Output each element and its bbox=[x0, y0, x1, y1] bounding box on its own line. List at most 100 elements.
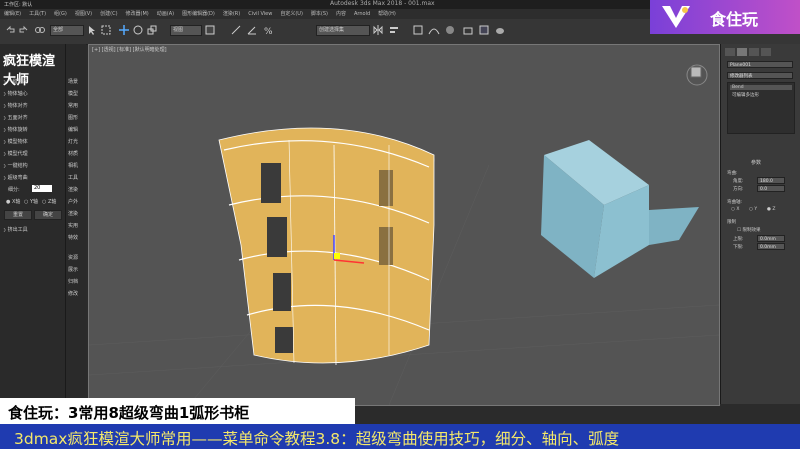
material-editor-icon[interactable] bbox=[444, 24, 456, 36]
plugin-item-extrude[interactable]: 挤出工具 bbox=[3, 226, 28, 233]
tab-utility[interactable]: 实用 bbox=[68, 222, 78, 229]
menu-item-civil-view[interactable]: Civil View bbox=[248, 9, 272, 19]
curve-editor-icon[interactable] bbox=[428, 24, 440, 36]
bend-axis-z[interactable]: ● Z bbox=[767, 207, 775, 212]
limits-label: 限制 bbox=[727, 220, 736, 225]
brand-logo-icon bbox=[662, 6, 690, 28]
tab-display[interactable]: 展示 bbox=[68, 266, 78, 273]
plugin-item-measure[interactable]: 一键量尺 bbox=[3, 78, 28, 85]
mirror-icon[interactable] bbox=[372, 24, 384, 36]
tab-common[interactable]: 常用 bbox=[68, 102, 78, 109]
snap-icon[interactable] bbox=[230, 24, 242, 36]
menu-item-rendering[interactable]: 渲染(R) bbox=[223, 9, 240, 19]
plugin-item-super-bend[interactable]: 超级弯曲 bbox=[3, 174, 28, 181]
angle-snap-icon[interactable] bbox=[246, 24, 258, 36]
reference-coord-dropdown[interactable]: 视图 bbox=[170, 25, 202, 36]
bend-target-box-model[interactable] bbox=[541, 140, 699, 278]
select-region-icon[interactable] bbox=[100, 24, 112, 36]
tab-resource[interactable]: 资源 bbox=[68, 254, 78, 261]
confirm-button[interactable]: 确定 bbox=[34, 210, 62, 220]
axis-radio-x[interactable]: ● X轴 bbox=[6, 198, 20, 205]
plugin-item-align[interactable]: 物体对齐 bbox=[3, 102, 28, 109]
undo-icon[interactable] bbox=[4, 24, 16, 36]
limit-effect-checkbox[interactable]: ☐ 限制效果 bbox=[737, 227, 760, 233]
align-icon[interactable] bbox=[388, 24, 400, 36]
menu-item-animation[interactable]: 动画(A) bbox=[157, 9, 174, 19]
tab-hierarchy[interactable] bbox=[749, 48, 759, 56]
tab-render-2[interactable]: 渲染 bbox=[68, 210, 78, 217]
tab-outdoor[interactable]: 户外 bbox=[68, 198, 78, 205]
view-cube-icon[interactable] bbox=[686, 64, 708, 86]
plugin-item-proxy[interactable]: 模型代理 bbox=[3, 150, 28, 157]
menu-item-create[interactable]: 创建(C) bbox=[100, 9, 117, 19]
render-frame-icon[interactable] bbox=[478, 24, 490, 36]
bend-axis-y[interactable]: ○ Y bbox=[749, 207, 757, 212]
workspace-label[interactable]: 工作区: 默认 bbox=[4, 1, 32, 8]
modifier-list-dropdown[interactable]: 修改器列表 bbox=[727, 72, 793, 79]
menu-item-content[interactable]: 内容 bbox=[336, 9, 346, 19]
pivot-icon[interactable] bbox=[204, 24, 216, 36]
tab-camera[interactable]: 相机 bbox=[68, 162, 78, 169]
curved-bookshelf-model[interactable] bbox=[218, 127, 435, 366]
menu-item-modifiers[interactable]: 修改器(M) bbox=[126, 9, 149, 19]
scale-icon[interactable] bbox=[146, 24, 158, 36]
plugin-item-pivot[interactable]: 物体轴心 bbox=[3, 90, 28, 97]
stack-item-editable-poly[interactable]: 可编辑多边形 bbox=[730, 92, 792, 98]
object-name-field[interactable]: Plane001 bbox=[727, 61, 793, 68]
tab-create[interactable] bbox=[725, 48, 735, 56]
tab-archive[interactable]: 归档 bbox=[68, 278, 78, 285]
menu-item-group[interactable]: 组(G) bbox=[54, 9, 67, 19]
menu-item-arnold[interactable]: Arnold bbox=[354, 9, 370, 19]
tab-material[interactable]: 材质 bbox=[68, 150, 78, 157]
selection-filter-dropdown[interactable]: 全部 bbox=[50, 25, 84, 36]
move-icon[interactable] bbox=[118, 24, 130, 36]
tab-scene[interactable]: 场景 bbox=[68, 78, 78, 85]
menu-item-scripting[interactable]: 脚本(S) bbox=[311, 9, 328, 19]
axis-x-text: X bbox=[736, 207, 740, 212]
perspective-viewport[interactable]: [+] [透视] [标准] [默认明暗处理] bbox=[88, 44, 720, 406]
plugin-item-rotate[interactable]: 物体旋转 bbox=[3, 126, 28, 133]
bend-axis-x[interactable]: ○ X bbox=[731, 207, 739, 212]
render-teapot-icon[interactable] bbox=[494, 24, 506, 36]
menu-item-graph-editors[interactable]: 图形编辑器(D) bbox=[182, 9, 215, 19]
layer-explorer-icon[interactable] bbox=[412, 24, 424, 36]
tab-shape[interactable]: 图形 bbox=[68, 114, 78, 121]
menu-item-help[interactable]: 帮助(H) bbox=[378, 9, 396, 19]
menu-item-edit[interactable]: 编辑(E) bbox=[4, 9, 21, 19]
upper-limit-input[interactable]: 0.0mm bbox=[757, 235, 785, 242]
bend-group-label: 弯曲: bbox=[727, 171, 738, 176]
axis-radio-y[interactable]: ○ Y轴 bbox=[24, 198, 38, 205]
stack-item-bend[interactable]: Bend bbox=[730, 85, 792, 90]
tab-effects[interactable]: 特效 bbox=[68, 234, 78, 241]
plugin-item-structure[interactable]: 一键结构 bbox=[3, 162, 28, 169]
plugin-item-five-align[interactable]: 五面对齐 bbox=[3, 114, 28, 121]
reset-button[interactable]: 重置 bbox=[4, 210, 32, 220]
tab-light[interactable]: 灯光 bbox=[68, 138, 78, 145]
subdiv-input[interactable]: 20 bbox=[32, 185, 52, 192]
tab-edit[interactable]: 编辑 bbox=[68, 126, 78, 133]
redo-icon[interactable] bbox=[18, 24, 30, 36]
tab-modify[interactable]: 修改 bbox=[68, 290, 78, 297]
tab-render[interactable]: 渲染 bbox=[68, 186, 78, 193]
render-setup-icon[interactable] bbox=[462, 24, 474, 36]
link-icon[interactable] bbox=[34, 24, 46, 36]
direction-input[interactable]: 0.0 bbox=[757, 185, 785, 192]
parameters-rollout-title[interactable]: 参数 bbox=[751, 159, 761, 166]
lower-limit-input[interactable]: 0.0mm bbox=[757, 243, 785, 250]
named-selection-dropdown[interactable]: 创建选择集 bbox=[316, 25, 370, 36]
menu-item-view[interactable]: 视图(V) bbox=[75, 9, 92, 19]
percent-snap-icon[interactable]: % bbox=[262, 24, 274, 36]
menu-item-tools[interactable]: 工具(T) bbox=[29, 9, 46, 19]
tab-tools[interactable]: 工具 bbox=[68, 174, 78, 181]
tab-model[interactable]: 模型 bbox=[68, 90, 78, 97]
category-tab-column: 场景 模型 常用 图形 编辑 灯光 材质 相机 工具 渲染 户外 渲染 实用 特… bbox=[66, 44, 86, 404]
menu-item-customize[interactable]: 自定义(U) bbox=[280, 9, 303, 19]
select-object-icon[interactable] bbox=[86, 24, 98, 36]
axis-radio-z[interactable]: ○ Z轴 bbox=[42, 198, 56, 205]
rotate-icon[interactable] bbox=[132, 24, 144, 36]
stack-tool-row bbox=[727, 136, 793, 142]
angle-input[interactable]: 180.0 bbox=[757, 177, 785, 184]
tab-modify-panel[interactable] bbox=[737, 48, 747, 56]
plugin-item-model[interactable]: 模型物体 bbox=[3, 138, 28, 145]
tab-motion[interactable] bbox=[761, 48, 771, 56]
